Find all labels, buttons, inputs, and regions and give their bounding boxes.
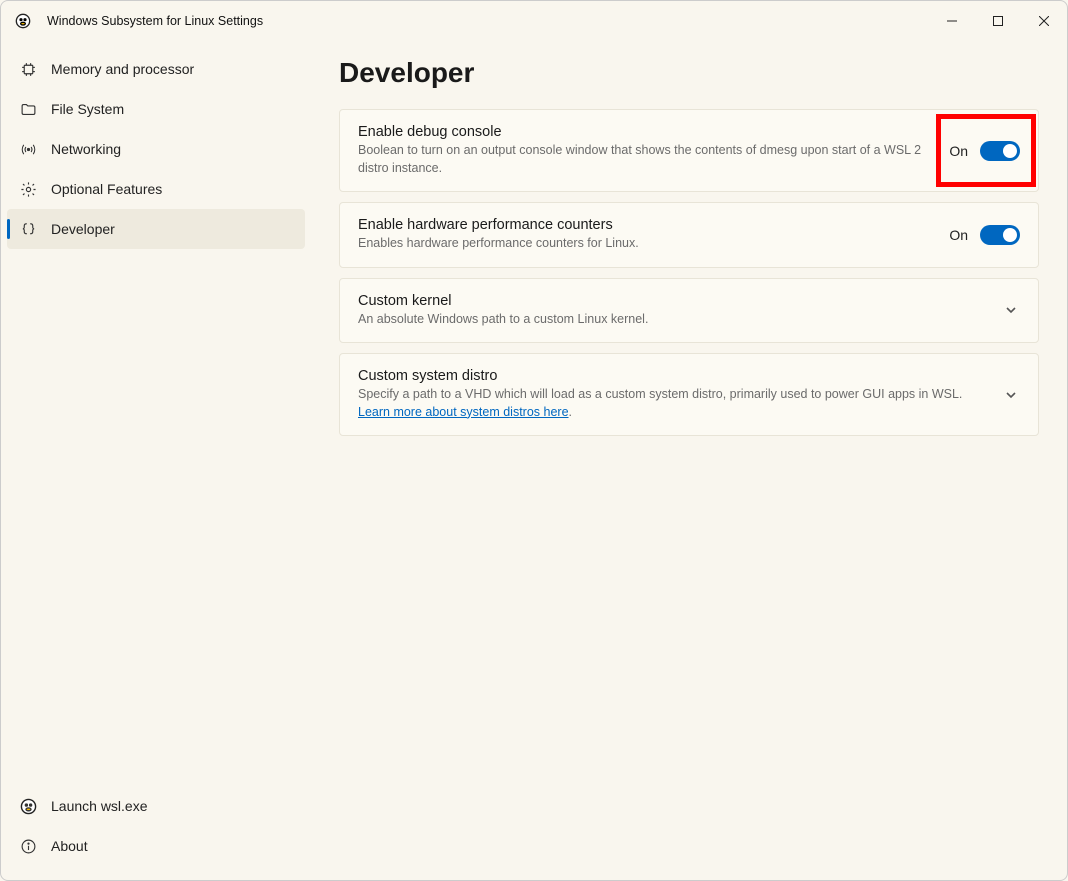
sidebar-item-developer[interactable]: Developer xyxy=(7,209,305,249)
maximize-button[interactable] xyxy=(975,1,1021,41)
penguin-icon xyxy=(19,797,37,815)
sidebar-item-optional[interactable]: Optional Features xyxy=(7,169,305,209)
sidebar-item-label: Launch wsl.exe xyxy=(51,798,305,814)
page-title: Developer xyxy=(339,57,1039,89)
setting-description: An absolute Windows path to a custom Lin… xyxy=(358,311,984,329)
setting-card-custom-distro[interactable]: Custom system distro Specify a path to a… xyxy=(339,353,1039,436)
info-icon xyxy=(19,837,37,855)
setting-description: Boolean to turn on an output console win… xyxy=(358,142,931,177)
setting-card-debug-console: Enable debug console Boolean to turn on … xyxy=(339,109,1039,192)
desc-text: Specify a path to a VHD which will load … xyxy=(358,387,962,401)
debug-console-toggle[interactable] xyxy=(980,141,1020,161)
braces-icon xyxy=(19,220,37,238)
setting-title: Enable debug console xyxy=(358,124,931,140)
sidebar-item-label: Developer xyxy=(51,221,305,237)
sidebar-item-label: About xyxy=(51,838,305,854)
learn-more-link[interactable]: Learn more about system distros here xyxy=(358,405,569,419)
close-button[interactable] xyxy=(1021,1,1067,41)
sidebar-item-label: Memory and processor xyxy=(51,61,305,77)
minimize-button[interactable] xyxy=(929,1,975,41)
setting-description: Enables hardware performance counters fo… xyxy=(358,235,931,253)
setting-title: Enable hardware performance counters xyxy=(358,217,931,233)
setting-description: Specify a path to a VHD which will load … xyxy=(358,386,984,421)
sidebar-item-filesystem[interactable]: File System xyxy=(7,89,305,129)
sidebar-item-label: Optional Features xyxy=(51,181,305,197)
sidebar-item-networking[interactable]: Networking xyxy=(7,129,305,169)
toggle-group: On xyxy=(949,141,1020,161)
chevron-down-icon[interactable] xyxy=(1002,386,1020,404)
perf-counters-toggle[interactable] xyxy=(980,225,1020,245)
window-buttons xyxy=(929,1,1067,41)
setting-card-custom-kernel[interactable]: Custom kernel An absolute Windows path t… xyxy=(339,278,1039,344)
chip-icon xyxy=(19,60,37,78)
main-panel: Developer Enable debug console Boolean t… xyxy=(311,41,1067,880)
setting-title: Custom system distro xyxy=(358,368,984,384)
launch-wsl-button[interactable]: Launch wsl.exe xyxy=(7,786,305,826)
app-icon xyxy=(15,13,31,29)
sidebar-item-label: Networking xyxy=(51,141,305,157)
setting-card-perf-counters: Enable hardware performance counters Ena… xyxy=(339,202,1039,268)
wifi-icon xyxy=(19,140,37,158)
gear-icon xyxy=(19,180,37,198)
folder-icon xyxy=(19,100,37,118)
about-button[interactable]: About xyxy=(7,826,305,866)
sidebar-item-memory[interactable]: Memory and processor xyxy=(7,49,305,89)
toggle-state-label: On xyxy=(949,227,968,243)
window-title: Windows Subsystem for Linux Settings xyxy=(47,14,263,28)
sidebar-item-label: File System xyxy=(51,101,305,117)
desc-text: . xyxy=(569,405,572,419)
chevron-down-icon[interactable] xyxy=(1002,301,1020,319)
title-bar: Windows Subsystem for Linux Settings xyxy=(1,1,1067,41)
toggle-state-label: On xyxy=(949,143,968,159)
toggle-group: On xyxy=(949,225,1020,245)
sidebar: Memory and processor File System Network… xyxy=(1,41,311,880)
setting-title: Custom kernel xyxy=(358,293,984,309)
